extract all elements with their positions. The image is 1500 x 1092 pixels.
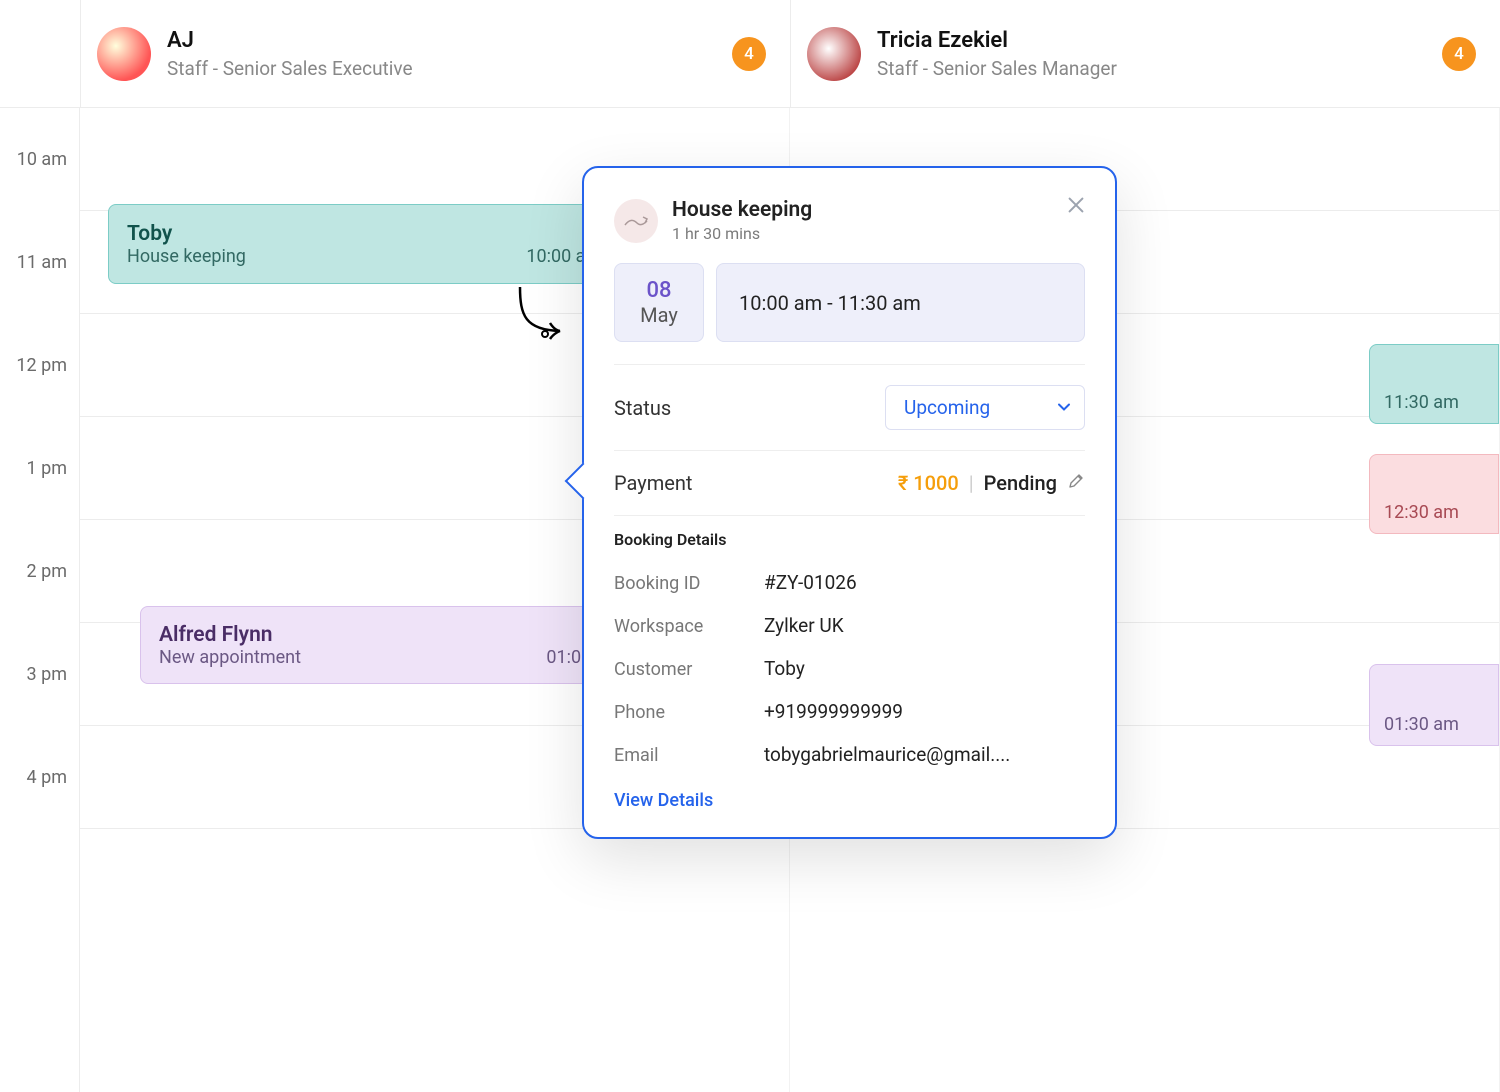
staff-info: Tricia Ezekiel Staff - Senior Sales Mana… [877,28,1442,80]
staff-info: AJ Staff - Senior Sales Executive [167,28,732,80]
time-range: 10:00 am - 11:30 am [739,291,921,315]
status-select[interactable]: Upcoming [885,385,1085,430]
event-partial-teal[interactable]: 11:30 am [1369,344,1499,424]
payment-amount: ₹ 1000 [898,471,959,495]
avatar [807,27,861,81]
date-day: 08 [646,278,671,303]
appointment-popover: House keeping 1 hr 30 mins 08 May 10:00 … [582,166,1117,839]
detail-key: Booking ID [614,573,764,594]
status-value: Upcoming [904,396,990,419]
payment-info: ₹ 1000 | Pending [898,471,1085,495]
detail-key: Customer [614,659,764,680]
detail-value: Zylker UK [764,614,844,637]
event-partial-pink[interactable]: 12:30 am [1369,454,1499,534]
event-time: 01:30 am [1384,714,1490,735]
hour-label: 1 pm [0,417,79,520]
detail-value: Toby [764,657,805,680]
hour-label: 11 am [0,211,79,314]
popover-title: House keeping [672,198,812,222]
edit-icon[interactable] [1067,471,1085,495]
staff-role: Staff - Senior Sales Manager [877,57,1442,80]
payment-row: Payment ₹ 1000 | Pending [614,450,1085,515]
time-box[interactable]: 10:00 am - 11:30 am [716,263,1085,342]
staff-name: Tricia Ezekiel [877,28,1442,53]
payment-label: Payment [614,471,692,495]
event-time: 12:30 am [1384,502,1490,523]
detail-row-phone: Phone +919999999999 [614,690,1085,733]
popover-duration: 1 hr 30 mins [672,224,812,243]
divider: | [969,471,974,495]
booking-details-heading: Booking Details [614,515,1085,549]
hour-label: 2 pm [0,520,79,623]
status-row: Status Upcoming [614,364,1085,450]
staff-name: AJ [167,28,732,53]
detail-key: Workspace [614,616,764,637]
staff-header-tricia[interactable]: Tricia Ezekiel Staff - Senior Sales Mana… [790,0,1500,107]
event-time: 11:30 am [1384,392,1490,413]
close-icon[interactable] [1061,190,1091,220]
avatar [97,27,151,81]
event-subtitle: House keeping [127,246,246,267]
count-badge[interactable]: 4 [732,37,766,71]
detail-key: Phone [614,702,764,723]
hour-label: 4 pm [0,726,79,829]
staff-header-aj[interactable]: AJ Staff - Senior Sales Executive 4 [80,0,790,107]
payment-status: Pending [984,471,1057,495]
detail-row-workspace: Workspace Zylker UK [614,604,1085,647]
date-month: May [640,303,678,327]
date-box[interactable]: 08 May [614,263,704,342]
staff-headers: AJ Staff - Senior Sales Executive 4 Tric… [0,0,1500,108]
detail-value: tobygabrielmaurice@gmail.... [764,743,1010,766]
detail-value: +919999999999 [764,700,903,723]
hour-label: 3 pm [0,623,79,726]
event-subtitle: New appointment [159,647,301,668]
status-label: Status [614,396,671,420]
staff-role: Staff - Senior Sales Executive [167,57,732,80]
popover-header: House keeping 1 hr 30 mins [614,198,1085,243]
event-partial-purple[interactable]: 01:30 am [1369,664,1499,746]
housekeeping-icon [614,199,658,243]
count-badge[interactable]: 4 [1442,37,1476,71]
chevron-down-icon [1056,396,1072,419]
detail-row-email: Email tobygabrielmaurice@gmail.... [614,733,1085,776]
popover-title-block: House keeping 1 hr 30 mins [672,198,812,243]
gutter-header [0,0,80,107]
date-time-row: 08 May 10:00 am - 11:30 am [614,263,1085,342]
detail-row-booking-id: Booking ID #ZY-01026 [614,561,1085,604]
detail-key: Email [614,745,764,766]
detail-row-customer: Customer Toby [614,647,1085,690]
time-gutter: 10 am 11 am 12 pm 1 pm 2 pm 3 pm 4 pm [0,108,80,1092]
hour-label: 12 pm [0,314,79,417]
detail-value: #ZY-01026 [764,571,857,594]
view-details-link[interactable]: View Details [614,790,713,811]
hour-label: 10 am [0,108,79,211]
